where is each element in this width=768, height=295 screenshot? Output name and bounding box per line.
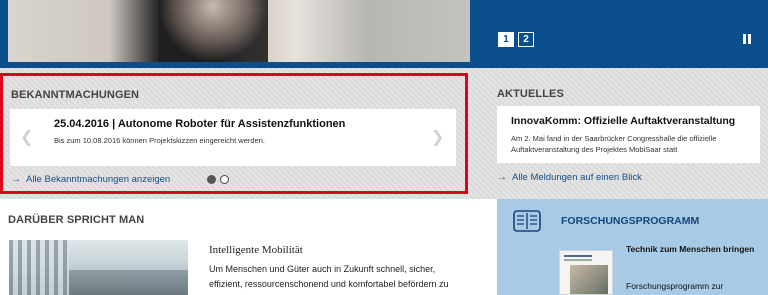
chevron-right-icon[interactable]: ❯ — [431, 127, 444, 147]
all-meldungen-link-label[interactable]: Alle Meldungen auf einen Blick — [512, 172, 642, 183]
aktuelles-headline[interactable]: InnovaKomm: Offizielle Auftaktveranstalt… — [511, 115, 735, 127]
article-text: Um Menschen und Güter auch in Zukunft sc… — [209, 264, 449, 289]
forschungsprogramm-box: FORSCHUNGSPROGRAMM Technik zum Menschen … — [497, 199, 768, 295]
all-bekanntmachungen-link-label[interactable]: Alle Bekanntmachungen anzeigen — [26, 174, 170, 185]
all-bekanntmachungen-link[interactable]: → Alle Bekanntmachungen anzeigen — [11, 174, 170, 185]
hero-page-1-button[interactable]: 1 — [498, 32, 514, 47]
aktuelles-card[interactable]: InnovaKomm: Offizielle Auftaktveranstalt… — [497, 106, 760, 163]
hero-page-2-button[interactable]: 2 — [518, 32, 534, 47]
article-image[interactable] — [9, 240, 188, 295]
arrow-right-icon: → — [11, 174, 21, 185]
carousel-dot-2[interactable] — [220, 175, 229, 184]
bekanntmachungen-section: BEKANNTMACHUNGEN ❮ 25.04.2016 | Autonome… — [0, 73, 468, 194]
hero-slider: 1 2 — [0, 0, 768, 68]
daruber-title: DARÜBER SPRICHT MAN — [8, 214, 145, 226]
article-title[interactable]: Intelligente Mobilität — [209, 244, 303, 256]
aktuelles-title: AKTUELLES — [497, 88, 564, 100]
pause-icon[interactable] — [742, 34, 752, 44]
hero-image — [8, 0, 470, 62]
bekanntmachung-headline[interactable]: 25.04.2016 | Autonome Roboter für Assist… — [54, 118, 345, 130]
forschungsprogramm-bold-text: Technik zum Menschen bringen — [626, 244, 755, 254]
all-meldungen-link[interactable]: → Alle Meldungen auf einen Blick — [497, 172, 642, 183]
carousel-dots — [207, 175, 229, 184]
brochure-cover-image[interactable] — [559, 250, 613, 295]
forschungsprogramm-title[interactable]: FORSCHUNGSPROGRAMM — [561, 215, 699, 227]
bekanntmachung-subtext: Bis zum 10.08.2016 können Projektskizzen… — [54, 136, 265, 145]
chevron-left-icon[interactable]: ❮ — [20, 127, 33, 147]
bekanntmachungen-card[interactable]: ❮ 25.04.2016 | Autonome Roboter für Assi… — [10, 109, 456, 166]
aktuelles-subtext: Am 2. Mai fand in der Saarbrücker Congre… — [511, 134, 717, 154]
book-icon — [513, 210, 541, 232]
arrow-right-icon: → — [497, 172, 507, 183]
hero-pagination: 1 2 — [498, 32, 534, 47]
forschungsprogramm-text: Forschungsprogramm zur — [626, 281, 724, 291]
carousel-dot-1[interactable] — [207, 175, 216, 184]
bekanntmachungen-title: BEKANNTMACHUNGEN — [11, 89, 140, 101]
